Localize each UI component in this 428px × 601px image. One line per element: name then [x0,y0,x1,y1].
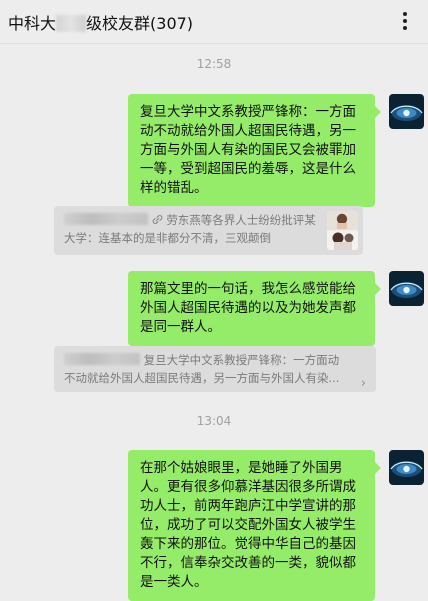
more-dot-icon [403,19,407,23]
quote-text-line-2: 大学：连基本的是非都分不清，三观颠倒 [64,231,271,245]
user-avatar[interactable] [389,271,424,306]
quote-thumbnail-image [327,211,358,250]
quote-line-1: 复旦大学中文系教授严锋称：一方面动 [64,351,352,369]
timestamp: 13:04 [196,414,232,428]
chevron-right-icon: › [360,376,366,391]
quote-line-1: 劳东燕等各界人士纷纷批评某 [64,211,325,229]
quote-text-line-1: 劳东燕等各界人士纷纷批评某 [166,213,316,227]
quoted-message-card[interactable]: 复旦大学中文系教授严锋称：一方面动 不动就给外国人超国民待遇，另一方面与外国人有… [54,346,376,392]
chat-title-prefix: 中科大 [8,14,57,33]
timestamp: 12:58 [196,57,232,71]
eye-avatar-icon [389,271,424,306]
eye-avatar-icon [389,450,424,485]
sent-message-bubble[interactable]: 复旦大学中文系教授严锋称：一方面动不动就给外国人超国民待遇，另一方面与外国人有染… [128,94,381,207]
quoted-message-card[interactable]: 劳东燕等各界人士纷纷批评某 大学：连基本的是非都分不清，三观颠倒 [54,206,363,255]
chat-title[interactable]: 中科大 级校友群(307) [8,10,193,34]
redacted-title-mask [56,15,87,32]
redacted-name [64,213,148,225]
link-icon [152,214,163,225]
sent-message-bubble[interactable]: 在那个姑娘眼里，是她睡了外国男人。更有很多仰慕洋基因很多所谓成功人士，前两年跑庐… [128,450,381,601]
more-dot-icon [403,12,407,16]
redacted-name [64,353,140,365]
chat-header: 中科大 级校友群(307) [0,0,428,44]
user-avatar[interactable] [389,450,424,485]
quote-text-line-2: 不动就给外国人超国民待遇，另一方面与外国人有染... [64,371,340,385]
sent-message-bubble[interactable]: 那篇文里的一句话，我怎么感觉能给外国人超国民待遇的以及为她发声都是同一群人。 [128,271,381,346]
user-avatar[interactable] [389,94,424,129]
chat-title-suffix: 级校友群(307) [86,14,194,33]
more-menu-button[interactable] [394,12,418,32]
portrait-thumbnail-icon [327,211,358,250]
quote-text-line-1: 复旦大学中文系教授严锋称：一方面动 [143,353,340,367]
eye-avatar-icon [389,94,424,129]
more-dot-icon [403,26,407,30]
